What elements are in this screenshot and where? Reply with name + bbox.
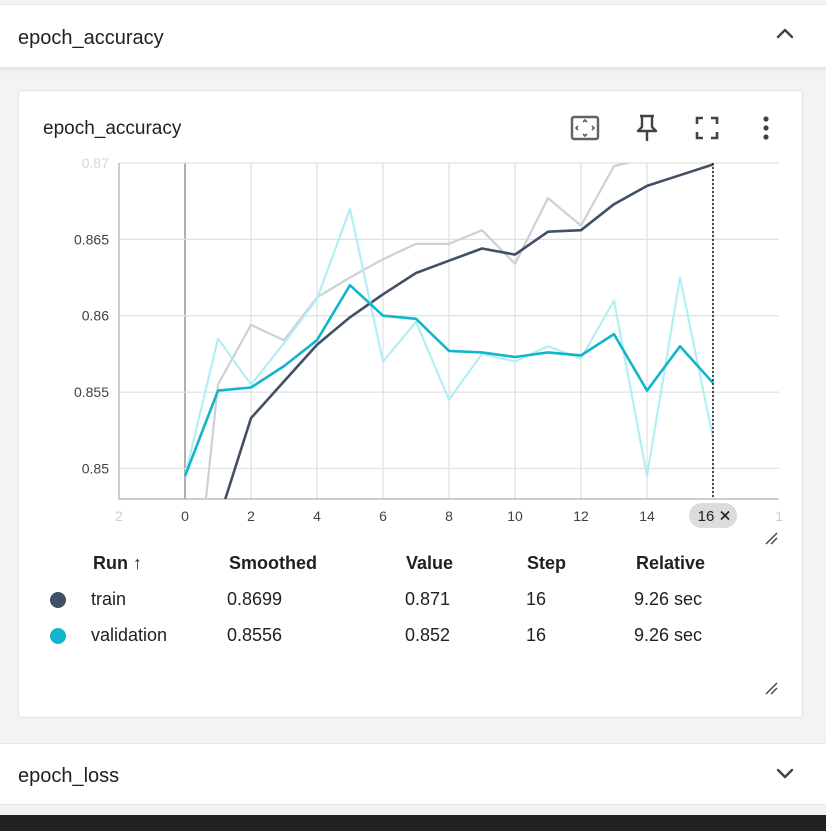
- y-tick-label: 0.85: [82, 460, 109, 476]
- y-tick-label: 0.855: [74, 384, 109, 400]
- header-smoothed: Smoothed: [229, 553, 317, 573]
- smoothed-value: 0.8699: [227, 589, 283, 609]
- step-value: 16: [526, 625, 547, 645]
- bottom-bar: [0, 815, 826, 831]
- step-value: 16: [526, 589, 547, 609]
- relative-value: 9.26 sec: [634, 589, 703, 609]
- run-color-dot: [50, 592, 66, 608]
- chevron-down-icon[interactable]: [774, 762, 796, 784]
- x-tick-label: 12: [573, 508, 589, 524]
- x-tick-label: 6: [379, 508, 387, 524]
- header-run[interactable]: Run ↑: [93, 553, 142, 574]
- x-tick-label: 8: [445, 508, 453, 524]
- x-tick-label: 10: [507, 508, 523, 524]
- line-chart[interactable]: 0.85 0.855 0.86 0.865 0.87 2 0 2 4 6 8 10 12 14 1 16: [19, 91, 804, 541]
- smoothed-value: 0.8556: [227, 625, 283, 645]
- y-tick-label: 0.87: [82, 155, 109, 171]
- relative-value: 9.26 sec: [634, 625, 703, 645]
- x-tick-label: 1: [775, 508, 783, 524]
- hover-step-label: 16: [698, 508, 715, 525]
- resize-handle-icon[interactable]: [764, 531, 778, 545]
- header-step: Step: [527, 553, 567, 573]
- section-title: epoch_accuracy: [18, 27, 164, 49]
- x-tick-label: 2: [247, 508, 255, 524]
- x-tick-label: 0: [181, 508, 189, 524]
- run-color-dot: [50, 628, 66, 644]
- y-tick-label: 0.86: [82, 308, 109, 324]
- resize-handle-icon[interactable]: [764, 681, 778, 695]
- chevron-up-icon[interactable]: [774, 23, 796, 45]
- x-tick-label: 14: [639, 508, 655, 524]
- x-tick-label: 2: [115, 508, 123, 524]
- header-relative: Relative: [636, 553, 706, 573]
- header-value: Value: [406, 553, 454, 573]
- raw-value: 0.871: [405, 589, 451, 609]
- epoch-accuracy-section-header[interactable]: epoch_accuracy: [0, 4, 826, 68]
- section-title: epoch_loss: [18, 765, 120, 787]
- run-name: train: [91, 589, 127, 609]
- run-name: validation: [91, 625, 168, 645]
- x-tick-label: 4: [313, 508, 321, 524]
- chart-card: epoch_accuracy 0.85 0.855 0.86 0.865 0.87 2 0 2…: [18, 90, 803, 718]
- y-tick-label: 0.865: [74, 231, 109, 247]
- raw-value: 0.852: [405, 625, 451, 645]
- epoch-loss-section-header[interactable]: epoch_loss: [0, 743, 826, 805]
